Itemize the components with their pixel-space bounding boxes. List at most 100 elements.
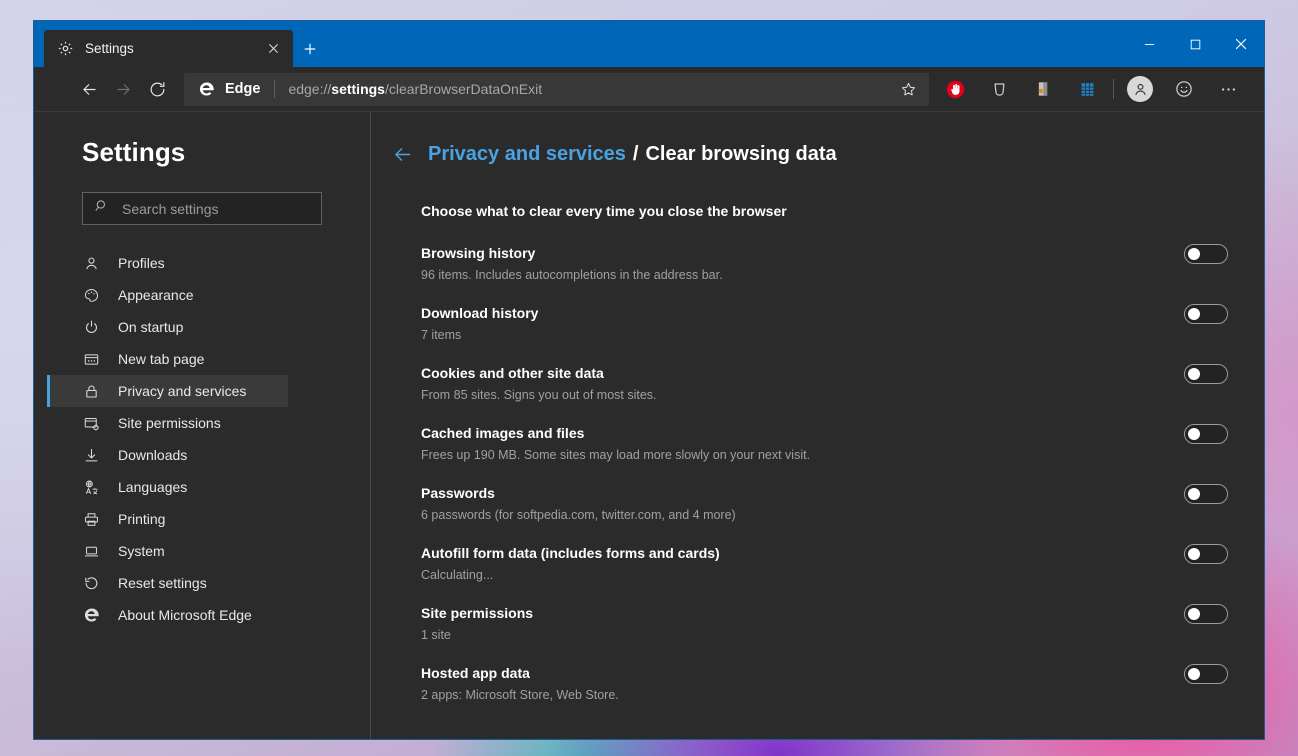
reset-icon: [82, 574, 101, 593]
setting-row-passwords: Passwords 6 passwords (for softpedia.com…: [421, 484, 1228, 523]
sidebar-item-privacy-and-services[interactable]: Privacy and services: [47, 375, 288, 407]
sidebar-item-appearance[interactable]: Appearance: [34, 279, 370, 311]
sidebar-item-label: Privacy and services: [118, 383, 246, 399]
smiley-icon[interactable]: [1162, 69, 1206, 109]
sidebar-item-label: About Microsoft Edge: [118, 607, 252, 623]
close-window-button[interactable]: [1218, 21, 1264, 67]
row-subtitle: 1 site: [421, 627, 533, 643]
newtab-icon: [82, 350, 101, 369]
row-subtitle: 96 items. Includes autocompletions in th…: [421, 267, 723, 283]
toolbar-divider: [1113, 79, 1114, 99]
profile-avatar[interactable]: [1118, 69, 1162, 109]
edge-brand-label: Edge: [225, 81, 260, 97]
setting-row-cookies-and-other-site-data: Cookies and other site data From 85 site…: [421, 364, 1228, 403]
window-controls: [1126, 21, 1264, 67]
back-arrow-icon[interactable]: [72, 72, 106, 106]
row-subtitle: From 85 sites. Signs you out of most sit…: [421, 387, 657, 403]
sidebar-item-printing[interactable]: Printing: [34, 503, 370, 535]
toggle-passwords[interactable]: [1184, 484, 1228, 504]
sidebar-item-label: Site permissions: [118, 415, 221, 431]
breadcrumb-parent-link[interactable]: Privacy and services: [428, 143, 626, 166]
toggle-cached-images-and-files[interactable]: [1184, 424, 1228, 444]
sidebar-item-new-tab-page[interactable]: New tab page: [34, 343, 370, 375]
back-arrow-icon[interactable]: [390, 142, 415, 167]
search-icon: [94, 198, 110, 219]
minimize-button[interactable]: [1126, 21, 1172, 67]
url-path: /clearBrowserDataOnExit: [385, 81, 542, 97]
row-title: Browsing history: [421, 244, 723, 262]
sidebar-item-label: Languages: [118, 479, 187, 495]
browser-window: Settings: [33, 20, 1265, 740]
row-subtitle: 2 apps: Microsoft Store, Web Store.: [421, 687, 619, 703]
toggle-knob: [1188, 368, 1200, 380]
sidebar-item-system[interactable]: System: [34, 535, 370, 567]
extension-icons: [933, 69, 1250, 109]
address-bar[interactable]: Edge edge://settings/clearBrowserDataOnE…: [184, 73, 929, 106]
sidebar-item-label: Profiles: [118, 255, 165, 271]
setting-row-autofill-form-data: Autofill form data (includes forms and c…: [421, 544, 1228, 583]
laptop-icon: [82, 542, 101, 561]
setting-row-hosted-app-data: Hosted app data 2 apps: Microsoft Store,…: [421, 664, 1228, 703]
sidebar-item-site-permissions[interactable]: Site permissions: [34, 407, 370, 439]
toggle-autofill-form-data[interactable]: [1184, 544, 1228, 564]
sidebar-item-languages[interactable]: Languages: [34, 471, 370, 503]
edge-logo-icon: [82, 606, 101, 625]
toggle-knob: [1188, 548, 1200, 560]
power-icon: [82, 318, 101, 337]
browser-toolbar: Edge edge://settings/clearBrowserDataOnE…: [34, 67, 1264, 112]
forward-arrow-icon[interactable]: [106, 72, 140, 106]
setting-row-site-permissions: Site permissions 1 site: [421, 604, 1228, 643]
sidebar-item-label: Reset settings: [118, 575, 207, 591]
shield-extension-icon[interactable]: [977, 69, 1021, 109]
clear-data-rows: Browsing history 96 items. Includes auto…: [371, 244, 1264, 703]
toggle-knob: [1188, 608, 1200, 620]
settings-content: Privacy and services / Clear browsing da…: [371, 112, 1264, 739]
edge-brand: Edge: [198, 80, 260, 98]
setting-row-download-history: Download history 7 items: [421, 304, 1228, 343]
more-options-icon[interactable]: [1206, 69, 1250, 109]
document-extension-icon[interactable]: [1021, 69, 1065, 109]
sidebar-item-label: System: [118, 543, 165, 559]
sidebar-item-label: On startup: [118, 319, 183, 335]
search-settings-input[interactable]: Search settings: [82, 192, 322, 225]
toggle-browsing-history[interactable]: [1184, 244, 1228, 264]
toggle-knob: [1188, 248, 1200, 260]
star-icon[interactable]: [893, 75, 923, 104]
maximize-button[interactable]: [1172, 21, 1218, 67]
row-subtitle: 6 passwords (for softpedia.com, twitter.…: [421, 507, 736, 523]
sidebar-item-label: Printing: [118, 511, 165, 527]
sidebar-item-reset-settings[interactable]: Reset settings: [34, 567, 370, 599]
page-title: Settings: [34, 137, 370, 168]
sidebar-item-profiles[interactable]: Profiles: [34, 247, 370, 279]
row-title: Cookies and other site data: [421, 364, 657, 382]
url-text[interactable]: edge://settings/clearBrowserDataOnExit: [288, 81, 893, 97]
url-host: settings: [331, 81, 385, 97]
breadcrumb-current: Clear browsing data: [645, 143, 836, 166]
row-title: Passwords: [421, 484, 736, 502]
breadcrumb: Privacy and services / Clear browsing da…: [371, 142, 1264, 167]
toggle-site-permissions[interactable]: [1184, 604, 1228, 624]
sidebar-item-about-microsoft-edge[interactable]: About Microsoft Edge: [34, 599, 370, 631]
ublock-origin-icon[interactable]: [933, 69, 977, 109]
sidebar-item-downloads[interactable]: Downloads: [34, 439, 370, 471]
new-tab-button[interactable]: [293, 30, 327, 67]
toggle-knob: [1188, 428, 1200, 440]
settings-nav: Profiles Appearance: [34, 247, 370, 631]
breadcrumb-separator: /: [633, 143, 639, 166]
reload-icon[interactable]: [140, 72, 174, 106]
row-title: Cached images and files: [421, 424, 810, 442]
toggle-cookies-and-other-site-data[interactable]: [1184, 364, 1228, 384]
toggle-hosted-app-data[interactable]: [1184, 664, 1228, 684]
url-prefix: edge://: [288, 81, 331, 97]
download-icon: [82, 446, 101, 465]
edge-logo-icon: [198, 80, 216, 98]
tab-settings[interactable]: Settings: [44, 30, 293, 67]
sidebar-item-label: New tab page: [118, 351, 204, 367]
sidebar-item-on-startup[interactable]: On startup: [34, 311, 370, 343]
close-icon[interactable]: [265, 40, 282, 57]
row-title: Site permissions: [421, 604, 533, 622]
toggle-knob: [1188, 488, 1200, 500]
toggle-download-history[interactable]: [1184, 304, 1228, 324]
printer-icon: [82, 510, 101, 529]
grid-extension-icon[interactable]: [1065, 69, 1109, 109]
